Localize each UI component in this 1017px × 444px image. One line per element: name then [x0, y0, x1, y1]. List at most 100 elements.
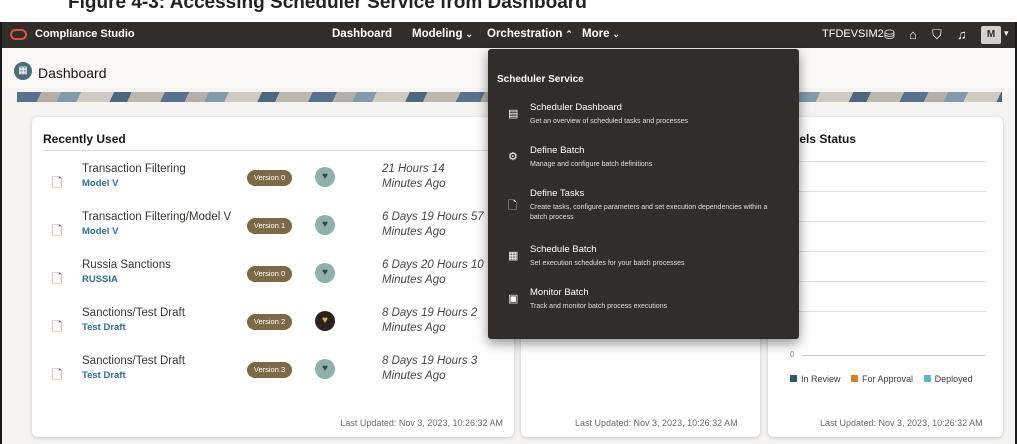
oracle-logo-icon[interactable] [10, 29, 27, 40]
time-ago-line2: Minutes Ago [382, 274, 446, 286]
recent-item-title[interactable]: Transaction Filtering [82, 163, 262, 175]
time-ago-line1: 8 Days 19 Hours 2 [382, 307, 478, 319]
legend-label: Deployed [934, 374, 973, 384]
legend-swatch [790, 375, 797, 383]
chevron-down-icon: ⌄ [612, 29, 621, 39]
figure-caption: Figure 4-3: Accessing Scheduler Service … [0, 0, 1017, 22]
task-icon: 🗋 [508, 200, 517, 212]
menu-item-description: Track and monitor batch process executio… [530, 303, 668, 310]
time-ago-line1: 6 Days 20 Hours 10 [382, 259, 484, 271]
recent-item[interactable]: 🗋 Sanctions/Test Draft Test Draft Versio… [32, 306, 514, 354]
legend-swatch [851, 375, 859, 383]
recent-item-title[interactable]: Sanctions/Test Draft [82, 355, 262, 367]
nav-more[interactable]: More ⌄ [582, 28, 620, 40]
chevron-up-icon: ⌃ [565, 29, 573, 39]
menu-item-label: Scheduler Dashboard [530, 102, 622, 113]
bell-icon[interactable]: ♫ [957, 27, 967, 42]
recent-item[interactable]: 🗋 Sanctions/Test Draft Test Draft Versio… [32, 354, 514, 402]
trophy-icon: ♥ [315, 359, 335, 379]
trophy-icon: ♥ [315, 263, 335, 283]
version-badge: Version 2 [247, 314, 292, 330]
menu-item-schedule-batch[interactable]: ▦ Schedule Batch Set execution schedules… [488, 244, 799, 282]
recent-item-title[interactable]: Russia Sanctions [82, 259, 262, 271]
last-updated: Last Updated: Nov 3, 2023, 10:26:32 AM [820, 418, 983, 428]
recently-used-card: Recently Used 🗋 Transaction Filtering Mo… [32, 117, 514, 437]
legend-in-review[interactable]: In Review [790, 374, 841, 384]
menu-item-label: Define Tasks [530, 188, 585, 199]
menu-item-description: Create tasks, configure parameters and s… [530, 204, 768, 221]
chart-gridline [790, 161, 986, 162]
nav-modeling[interactable]: Modeling ⌄ [412, 28, 473, 40]
document-icon: 🗋 [52, 367, 63, 382]
chart-gridline [790, 311, 986, 312]
monitor-icon: ▣ [508, 293, 519, 305]
chart-legend: In Review For Approval Deployed [790, 374, 981, 384]
document-icon: 🗋 [52, 223, 63, 238]
time-ago-line1: 6 Days 19 Hours 57 [382, 211, 484, 223]
version-badge: Version 0 [247, 266, 292, 282]
menu-item-description: Get an overview of scheduled tasks and p… [530, 118, 688, 125]
recent-item[interactable]: 🗋 Russia Sanctions RUSSIA Version 0 ♥ 6 … [32, 258, 514, 306]
models-status-title: dels Status [792, 132, 857, 146]
recent-item-subtitle[interactable]: Model V [82, 178, 118, 189]
time-ago-line2: Minutes Ago [382, 178, 446, 190]
legend-swatch [923, 375, 931, 383]
dashboard-icon: ▤ [508, 108, 519, 120]
chart-baseline [802, 355, 986, 356]
shield-icon[interactable]: ⛉ [932, 27, 942, 43]
menu-item-monitor-batch[interactable]: ▣ Monitor Batch Track and monitor batch … [488, 287, 799, 325]
time-ago-line2: Minutes Ago [382, 370, 446, 382]
menu-item-define-batch[interactable]: ⚙ Define Batch Manage and configure batc… [488, 145, 799, 183]
menu-item-description: Manage and configure batch definitions [530, 161, 653, 168]
axis-zero-label: 0 [790, 350, 795, 359]
trophy-icon: ♥ [315, 167, 335, 187]
trophy-icon: ♥ [315, 311, 335, 331]
nav-modeling-label: Modeling [412, 28, 463, 40]
chevron-down-icon: ⌄ [465, 29, 474, 39]
recent-item-subtitle[interactable]: RUSSIA [82, 274, 118, 285]
recent-item-subtitle[interactable]: Test Draft [82, 370, 126, 381]
recent-item-subtitle[interactable]: Model V [82, 226, 118, 237]
time-ago: 6 Days 19 Hours 57 Minutes Ago [382, 210, 502, 240]
nav-dashboard[interactable]: Dashboard [332, 28, 392, 40]
version-badge: Version 0 [247, 170, 292, 186]
app-name[interactable]: Compliance Studio [35, 28, 135, 40]
nav-more-label: More [582, 28, 610, 40]
chart-gridline [790, 191, 986, 192]
document-icon: 🗋 [52, 319, 63, 334]
caret-down-icon[interactable]: ▾ [1004, 28, 1009, 39]
calendar-icon: ▦ [508, 250, 519, 262]
trophy-icon: ♥ [315, 215, 335, 235]
recent-item[interactable]: 🗋 Transaction Filtering Model V Version … [32, 162, 514, 210]
time-ago: 8 Days 19 Hours 3 Minutes Ago [382, 354, 502, 384]
user-avatar[interactable]: M [981, 26, 1001, 44]
menu-item-description: Set execution schedules for your batch p… [530, 260, 685, 267]
models-status-card: dels Status 0 In Review For Approval Dep… [768, 117, 1003, 437]
menu-item-define-tasks[interactable]: 🗋 Define Tasks Create tasks, configure p… [488, 188, 799, 234]
workspace-icon[interactable]: ⛁ [884, 27, 895, 43]
time-ago: 8 Days 19 Hours 2 Minutes Ago [382, 306, 502, 336]
recent-item-title[interactable]: Sanctions/Test Draft [82, 307, 262, 319]
app-window: Compliance Studio Dashboard Modeling ⌄ Or… [0, 22, 1017, 444]
time-ago-line2: Minutes Ago [382, 322, 446, 334]
home-icon[interactable]: ⌂ [909, 27, 917, 42]
recent-item[interactable]: 🗋 Transaction Filtering/Model V Model V … [32, 210, 514, 258]
time-ago: 6 Days 20 Hours 10 Minutes Ago [382, 258, 502, 288]
menu-item-scheduler-dashboard[interactable]: ▤ Scheduler Dashboard Get an overview of… [488, 102, 799, 140]
legend-label: In Review [801, 374, 841, 384]
document-icon: 🗋 [52, 175, 63, 190]
nav-orchestration[interactable]: Orchestration ⌃ [487, 28, 573, 40]
chart-gridline [790, 281, 986, 282]
chart-gridline [790, 251, 986, 252]
recent-item-subtitle[interactable]: Test Draft [82, 322, 126, 333]
legend-for-approval[interactable]: For Approval [851, 374, 913, 384]
divider [43, 150, 503, 151]
page-title: Dashboard [38, 65, 107, 81]
legend-deployed[interactable]: Deployed [923, 374, 973, 384]
figure-caption-text: Figure 4-3: Accessing Scheduler Service … [68, 0, 587, 13]
menu-item-label: Schedule Batch [530, 244, 597, 255]
recent-item-title[interactable]: Transaction Filtering/Model V [82, 211, 262, 223]
batch-icon: ⚙ [508, 151, 518, 163]
scheduler-service-menu: Scheduler Service ▤ Scheduler Dashboard … [488, 49, 799, 339]
legend-label: For Approval [862, 374, 914, 384]
